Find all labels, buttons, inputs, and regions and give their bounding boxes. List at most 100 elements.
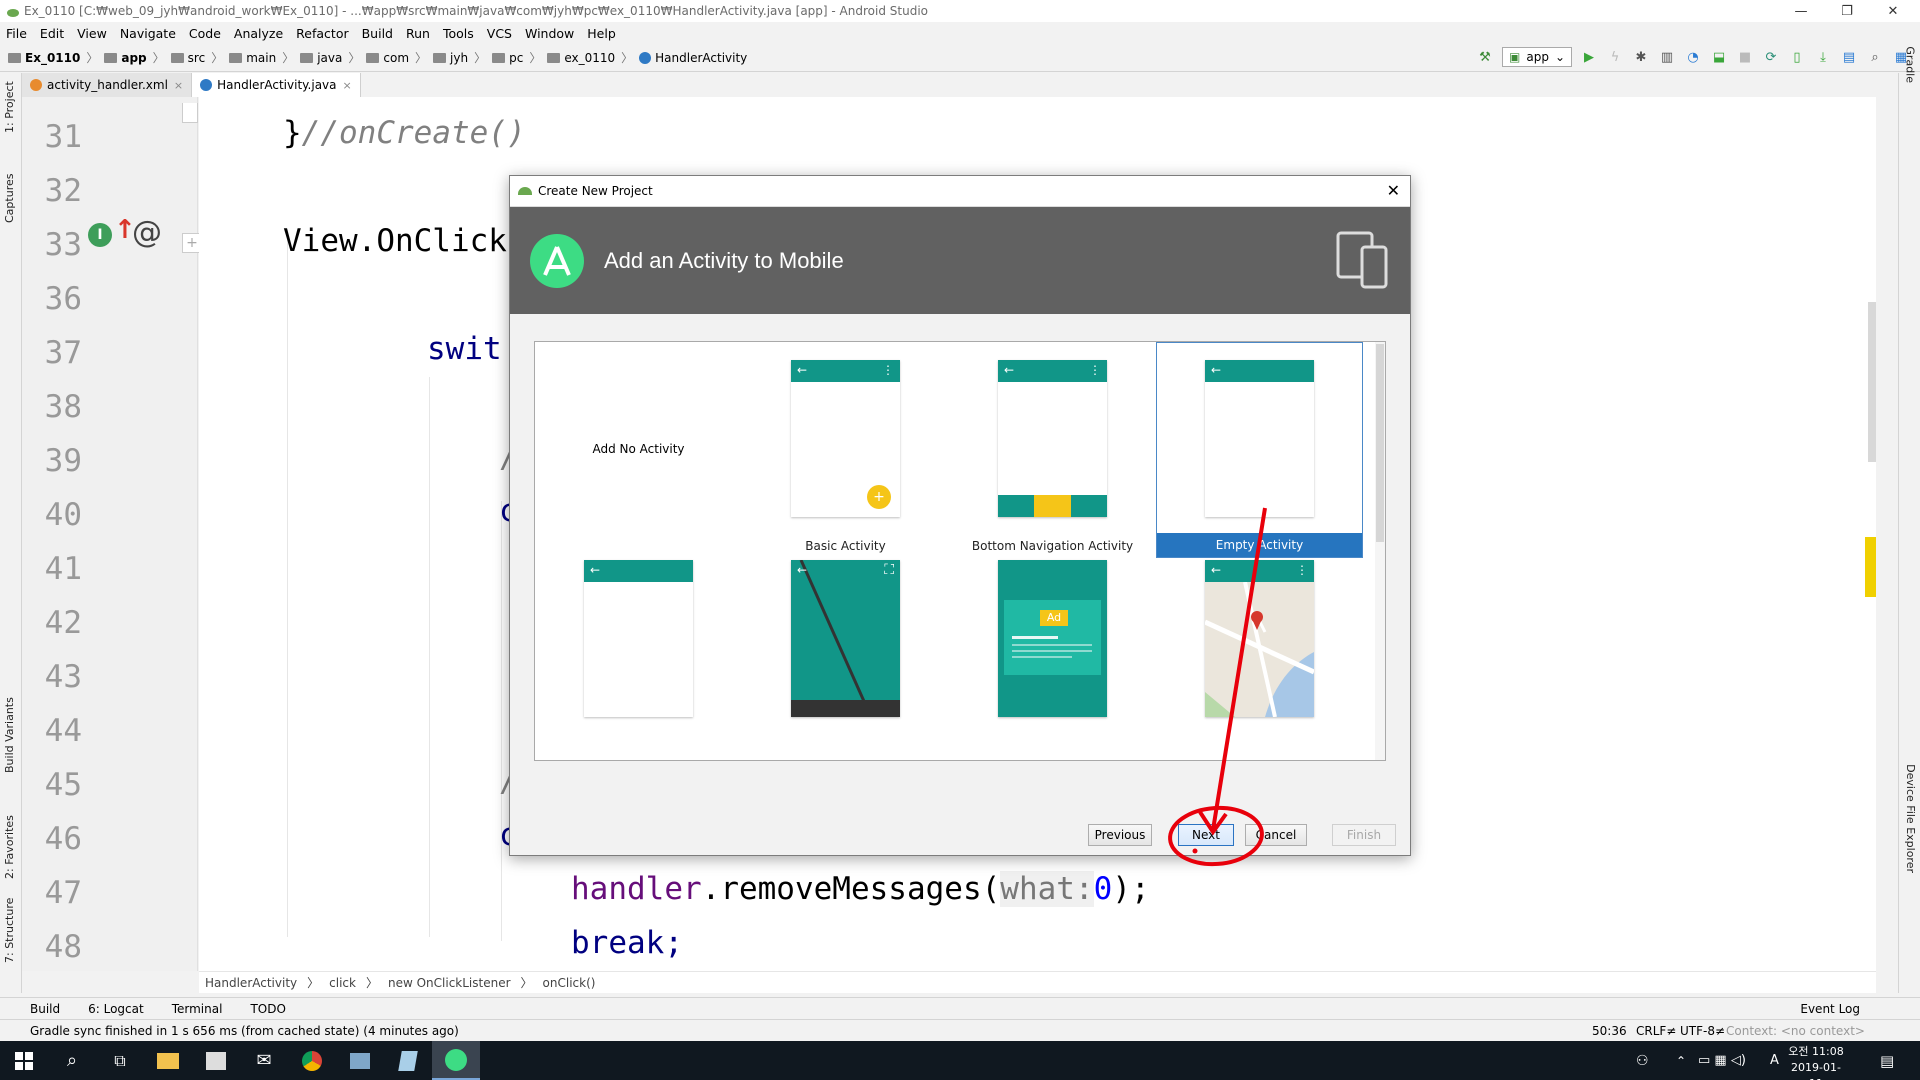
menu-navigate[interactable]: Navigate — [120, 26, 176, 41]
menu-view[interactable]: View — [77, 26, 107, 41]
tool-project[interactable]: 1: Project — [3, 81, 16, 133]
menu-refactor[interactable]: Refactor — [296, 26, 348, 41]
notification-icon[interactable]: ▤ — [1880, 1052, 1894, 1070]
system-clock[interactable]: 오전 11:08 2019-01-11 — [1786, 1044, 1846, 1080]
gallery-scrollbar-thumb[interactable] — [1376, 344, 1384, 542]
people-icon[interactable]: ⚇ — [1636, 1053, 1649, 1069]
template-fullscreen-blank[interactable]: ← — [535, 558, 742, 774]
apply-changes-icon[interactable]: ϟ — [1606, 48, 1624, 66]
restore-button[interactable]: ❐ — [1824, 0, 1870, 22]
crumb-com[interactable]: com 〉 — [366, 49, 427, 66]
tool-logcat[interactable]: 6: Logcat — [88, 1002, 144, 1016]
crumb-ex0110[interactable]: ex_0110 〉 — [547, 49, 633, 66]
editor-scrollbar-thumb[interactable] — [1868, 302, 1876, 462]
tool-build-variants[interactable]: Build Variants — [3, 697, 16, 773]
tool-build[interactable]: Build — [30, 1002, 60, 1016]
crumb-pc[interactable]: pc 〉 — [492, 49, 541, 66]
template-empty-activity[interactable]: ← Empty Activity — [1156, 342, 1363, 558]
start-button[interactable] — [0, 1041, 48, 1080]
close-icon[interactable]: ✕ — [1387, 181, 1400, 200]
tool-todo[interactable]: TODO — [250, 1002, 285, 1016]
breadcrumb-anon-class[interactable]: new OnClickListener — [388, 976, 511, 990]
tool-event-log[interactable]: Event Log — [1800, 1002, 1860, 1016]
gallery-scrollbar[interactable] — [1375, 342, 1385, 760]
crumb-src[interactable]: src 〉 — [170, 49, 223, 66]
search-icon[interactable]: ⌕ — [48, 1041, 96, 1080]
fold-marker[interactable] — [182, 103, 198, 123]
ime-indicator[interactable]: A — [1770, 1053, 1779, 1068]
search-icon[interactable]: ⌕ — [1866, 48, 1884, 66]
tool-structure[interactable]: 7: Structure — [3, 898, 16, 963]
tool-terminal[interactable]: Terminal — [172, 1002, 223, 1016]
menu-build[interactable]: Build — [362, 26, 393, 41]
menu-vcs[interactable]: VCS — [487, 26, 512, 41]
menu-code[interactable]: Code — [189, 26, 221, 41]
project-structure-icon[interactable]: ▤ — [1840, 48, 1858, 66]
caret-position[interactable]: 50:36 — [1592, 1024, 1627, 1038]
previous-button[interactable]: Previous — [1088, 824, 1152, 846]
tool-favorites[interactable]: 2: Favorites — [3, 815, 16, 879]
chrome-icon[interactable] — [288, 1041, 336, 1080]
hammer-icon[interactable]: ⚒ — [1476, 48, 1494, 66]
android-studio-taskbar-icon[interactable] — [432, 1041, 480, 1080]
crumb-project[interactable]: Ex_0110 〉 — [8, 49, 98, 66]
tool-device-file-explorer[interactable]: Device File Explorer — [1904, 764, 1917, 873]
profile-icon[interactable]: ◔ — [1684, 48, 1702, 66]
finish-button[interactable]: Finish — [1332, 824, 1396, 846]
menu-file[interactable]: File — [6, 26, 27, 41]
menu-analyze[interactable]: Analyze — [234, 26, 283, 41]
sdk-manager-icon[interactable]: ⤓ — [1814, 48, 1832, 66]
task-view-icon[interactable]: ⧉ — [96, 1041, 144, 1080]
file-explorer-icon[interactable] — [144, 1041, 192, 1080]
template-admob-activity[interactable]: Ad — [949, 558, 1156, 774]
breadcrumb-field[interactable]: click — [329, 976, 356, 990]
template-add-no-activity[interactable]: Add No Activity — [535, 342, 742, 558]
breadcrumb-method[interactable]: onClick() — [543, 976, 596, 990]
menu-help[interactable]: Help — [587, 26, 616, 41]
cancel-button[interactable]: Cancel — [1245, 824, 1307, 846]
tab-handler-activity-java[interactable]: HandlerActivity.java × — [192, 73, 361, 97]
notepad-icon[interactable] — [384, 1041, 432, 1080]
back-arrow-icon: ← — [590, 563, 601, 577]
mail-icon[interactable]: ✉ — [240, 1041, 288, 1080]
stop-icon[interactable]: ■ — [1736, 48, 1754, 66]
crumb-java[interactable]: java 〉 — [300, 49, 360, 66]
implements-icon[interactable]: I — [88, 223, 112, 247]
coverage-icon[interactable]: ▥ — [1658, 48, 1676, 66]
template-fullscreen-activity[interactable]: ← ⛶ — [742, 558, 949, 774]
crumb-jyh[interactable]: jyh 〉 — [433, 49, 486, 66]
menu-tools[interactable]: Tools — [443, 26, 474, 41]
tab-activity-handler-xml[interactable]: activity_handler.xml × — [22, 73, 193, 97]
menu-bar: File Edit View Navigate Code Analyze Ref… — [0, 22, 1920, 44]
remote-desktop-icon[interactable] — [336, 1041, 384, 1080]
menu-edit[interactable]: Edit — [40, 26, 64, 41]
crumb-handleractivity[interactable]: HandlerActivity — [639, 51, 747, 65]
tool-captures[interactable]: Captures — [3, 174, 16, 223]
line-separator[interactable]: CRLF≠ — [1636, 1024, 1676, 1038]
sync-gradle-icon[interactable]: ⟳ — [1762, 48, 1780, 66]
scroll-marker-warning[interactable] — [1865, 537, 1876, 597]
template-google-maps-activity[interactable]: ← ⋮ — [1156, 558, 1363, 774]
close-icon[interactable]: × — [343, 79, 352, 92]
file-encoding[interactable]: UTF-8≠ — [1680, 1024, 1725, 1038]
store-icon[interactable] — [192, 1041, 240, 1080]
tray-icons[interactable]: ▭ ▦ ◁) — [1698, 1053, 1746, 1068]
avd-manager-icon[interactable]: ▯ — [1788, 48, 1806, 66]
next-button[interactable]: Next — [1178, 824, 1234, 846]
menu-window[interactable]: Window — [525, 26, 574, 41]
crumb-main[interactable]: main 〉 — [229, 49, 294, 66]
minimize-button[interactable]: — — [1778, 0, 1824, 22]
run-icon[interactable]: ▶ — [1580, 48, 1598, 66]
breadcrumb-class[interactable]: HandlerActivity — [205, 976, 297, 990]
debug-icon[interactable]: ✱ — [1632, 48, 1650, 66]
close-icon[interactable]: × — [174, 79, 183, 92]
close-window-button[interactable]: ✕ — [1870, 0, 1916, 22]
crumb-app[interactable]: app 〉 — [104, 49, 165, 66]
menu-run[interactable]: Run — [406, 26, 430, 41]
attach-debugger-icon[interactable]: ⬓ — [1710, 48, 1728, 66]
template-bottom-navigation-activity[interactable]: ← ⋮ Bottom Navigation Activity — [949, 342, 1156, 558]
tray-chevron-icon[interactable]: ⌃ — [1676, 1054, 1686, 1068]
tool-gradle[interactable]: Gradle — [1904, 46, 1917, 83]
template-basic-activity[interactable]: ← ⋮ + Basic Activity — [742, 342, 949, 558]
run-config-select[interactable]: ▣ app ⌄ — [1502, 47, 1572, 67]
